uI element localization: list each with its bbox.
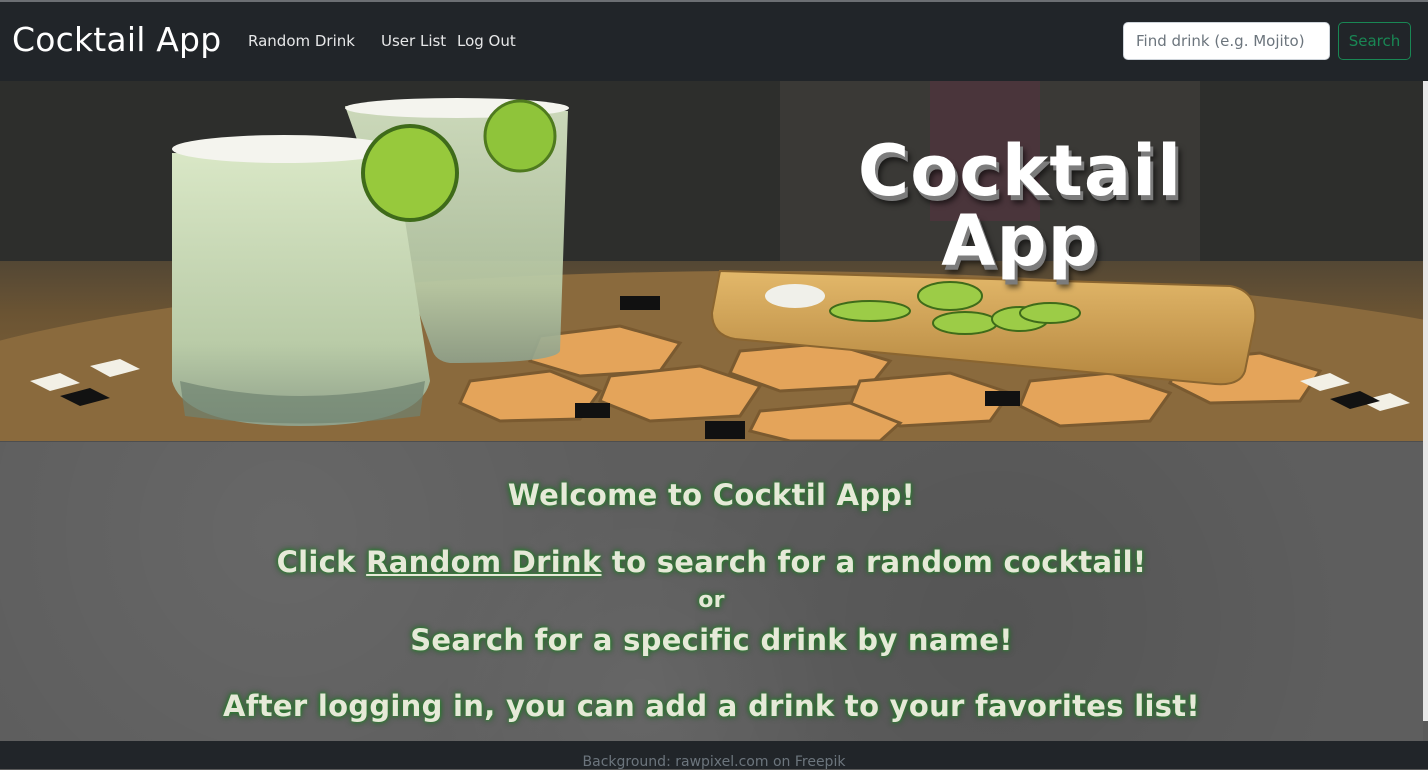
hero-banner: Cocktail App	[0, 81, 1423, 441]
instruction-prefix: Click	[276, 545, 367, 579]
random-drink-instruction: Click Random Drink to search for a rando…	[0, 545, 1423, 579]
or-text: or	[698, 588, 725, 613]
hero-photo	[0, 81, 1423, 441]
search-button[interactable]: Search	[1338, 22, 1411, 60]
page-scrollbar[interactable]	[1423, 81, 1428, 721]
top-navbar: Cocktail App Random Drink User List Log …	[0, 2, 1428, 81]
hero-title: Cocktail App	[850, 136, 1190, 276]
search-instruction: Search for a specific drink by name!	[410, 623, 1013, 657]
nav-link-log-out[interactable]: Log Out	[457, 32, 516, 50]
background-credit: Background: rawpixel.com on Freepik	[582, 754, 846, 770]
nav-link-random-drink[interactable]: Random Drink	[248, 32, 355, 50]
page-footer: Background: rawpixel.com on Freepik	[0, 741, 1428, 770]
hero-title-line1: Cocktail	[857, 130, 1183, 212]
nav-link-user-list[interactable]: User List	[381, 32, 446, 50]
welcome-section: Welcome to Cocktil App! Click Random Dri…	[0, 441, 1423, 741]
favorites-instruction: After logging in, you can add a drink to…	[223, 689, 1200, 723]
random-drink-link[interactable]: Random Drink	[366, 545, 601, 579]
brand-logo[interactable]: Cocktail App	[12, 20, 221, 59]
hero-title-line2: App	[941, 200, 1099, 282]
welcome-heading: Welcome to Cocktil App!	[507, 478, 916, 512]
drink-search-input[interactable]	[1123, 22, 1330, 60]
instruction-suffix: to search for a random cocktail!	[601, 545, 1147, 579]
